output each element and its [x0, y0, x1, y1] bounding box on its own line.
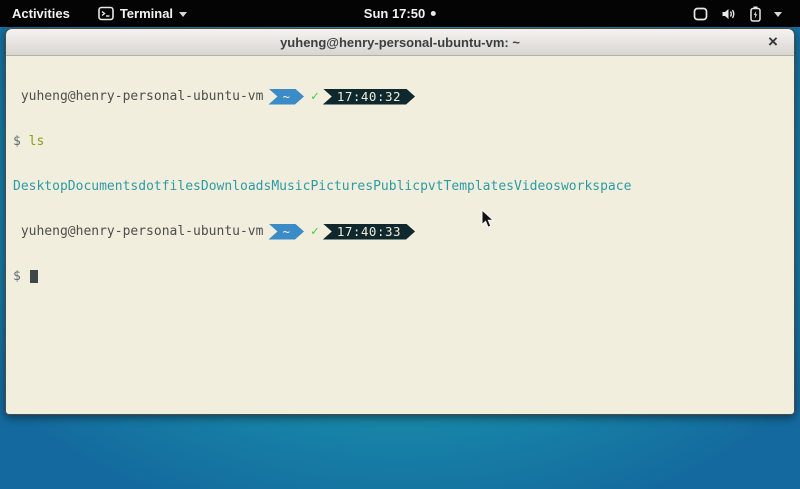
- battery-charging-icon: [750, 6, 761, 22]
- check-icon: ✓: [311, 224, 319, 239]
- clock-button[interactable]: Sun 17:50: [364, 0, 436, 27]
- terminal-screen[interactable]: yuheng@henry-personal-ubuntu-vm ~ ✓ 17:4…: [6, 56, 794, 414]
- prompt-line: yuheng@henry-personal-ubuntu-vm ~ ✓ 17:4…: [13, 89, 787, 104]
- directory-name: Public: [373, 179, 420, 194]
- directory-name: Desktop: [13, 179, 68, 194]
- volume-icon: [721, 7, 737, 21]
- chevron-down-icon: [179, 12, 187, 17]
- prompt-user-host: yuheng@henry-personal-ubuntu-vm: [13, 89, 263, 104]
- prompt-dollar: $: [13, 134, 21, 149]
- text-cursor: [30, 270, 38, 283]
- close-button[interactable]: ×: [762, 31, 784, 53]
- powerline-time-segment: 17:40:32: [323, 89, 415, 105]
- window-title: yuheng@henry-personal-ubuntu-vm: ~: [280, 35, 520, 50]
- powerline-path-segment: ~: [268, 224, 304, 240]
- directory-name: Music: [271, 179, 310, 194]
- powerline-time-segment: 17:40:33: [323, 224, 415, 240]
- directory-name: Videos: [514, 179, 561, 194]
- directory-name: pvt: [420, 179, 443, 194]
- check-icon: ✓: [311, 89, 319, 104]
- input-line: $: [13, 269, 787, 284]
- clock-label: Sun 17:50: [364, 6, 425, 21]
- directory-name: dotfiles: [138, 179, 201, 194]
- top-bar: Activities Terminal Sun 17:50: [0, 0, 800, 27]
- command-line: $ ls: [13, 134, 787, 149]
- terminal-window: yuheng@henry-personal-ubuntu-vm: ~ × yuh…: [5, 28, 795, 415]
- app-menu-label: Terminal: [120, 6, 173, 21]
- window-titlebar[interactable]: yuheng@henry-personal-ubuntu-vm: ~ ×: [6, 29, 794, 56]
- prompt-user-host: yuheng@henry-personal-ubuntu-vm: [13, 224, 263, 239]
- app-menu-terminal[interactable]: Terminal: [92, 0, 193, 27]
- directory-name: Downloads: [201, 179, 271, 194]
- prompt-dollar: $: [13, 269, 21, 284]
- terminal-app-icon: [98, 6, 114, 21]
- command-text: ls: [29, 134, 45, 149]
- notification-dot-icon: [431, 11, 436, 16]
- directory-name: Templates: [444, 179, 514, 194]
- directory-name: Documents: [68, 179, 138, 194]
- system-status-menu[interactable]: [683, 0, 792, 27]
- directory-name: Pictures: [310, 179, 373, 194]
- screen-icon: [693, 7, 708, 21]
- activities-label: Activities: [12, 6, 70, 21]
- prompt-line: yuheng@henry-personal-ubuntu-vm ~ ✓ 17:4…: [13, 224, 787, 239]
- ls-output-line: Desktop Documents dotfiles Downloads Mus…: [13, 179, 787, 194]
- activities-button[interactable]: Activities: [0, 0, 82, 27]
- directory-name: workspace: [561, 179, 631, 194]
- powerline-path-segment: ~: [268, 89, 304, 105]
- chevron-down-icon: [774, 12, 782, 17]
